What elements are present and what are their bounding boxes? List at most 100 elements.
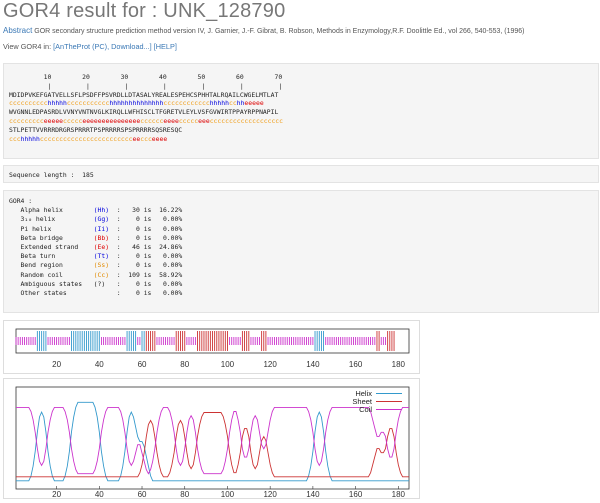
view-prefix: View GOR4 in:	[3, 42, 54, 51]
gor4-row-code: (Bb)	[93, 233, 117, 242]
abstract-link[interactable]: Abstract	[3, 26, 32, 35]
structure-line-2: ccccccccceeeeeccccceeeeeeeeeeeeeeecccccc…	[9, 116, 284, 125]
gor4-row-name: Alpha helix	[20, 206, 94, 215]
gor4-row-code: (Hh)	[93, 206, 117, 215]
sequence-length-label: Sequence length :	[9, 171, 75, 179]
plot-tick-label: 60	[138, 490, 147, 498]
gor4-row-code: (Ee)	[93, 243, 117, 252]
sequence-length-panel: Sequence length : 185	[3, 165, 599, 183]
legend-label-coil: Coil	[359, 405, 372, 414]
gor4-row-count: 0	[128, 252, 140, 261]
gor4-row-pct: 0.00%	[159, 233, 183, 242]
plot-tick-label: 80	[180, 490, 189, 498]
gor4-row: Beta turn (Tt) : 0 is 0.00%	[20, 252, 183, 261]
gor4-row-name: 3₁₀ helix	[20, 215, 94, 224]
series-line-helix	[16, 401, 409, 482]
gor4-row-code: (Gg)	[93, 215, 117, 224]
sequence-line-3: STLPETTVVRRRDRGRSPRRRTPSPRRRRSPSPRRRRSQS…	[9, 125, 183, 134]
gor4-row-code: (Cc)	[93, 270, 117, 279]
plot-tick-label: 20	[52, 490, 61, 498]
help-link[interactable]: [HELP]	[154, 42, 177, 51]
gor4-row: Beta bridge (Bb) : 0 is 0.00%	[20, 233, 183, 242]
gor4-row-count: 0	[128, 215, 140, 224]
gor4-row-name: Random coil	[20, 270, 94, 279]
abstract-text: GOR secondary structure prediction metho…	[32, 28, 525, 35]
gor4-row-name: Extended strand	[20, 243, 94, 252]
gor4-row: Pi helix (Ii) : 0 is 0.00%	[20, 224, 183, 233]
gor4-row-pct: 16.22%	[159, 206, 183, 215]
gor4-row-name: Bend region	[20, 261, 94, 270]
gor4-row-count: 0	[128, 289, 140, 298]
view-links-line: View GOR4 in: [AnTheProt (PC), Download.…	[3, 42, 177, 51]
ruler-ticks: | | | | | | |	[9, 81, 283, 90]
structure-line-3: ccchhhhhcccccccccccccccccccccccceeccceee…	[9, 134, 168, 143]
gor4-row-name: Beta turn	[20, 252, 94, 261]
gor4-row-count: 0	[128, 261, 140, 270]
gor4-row-name: Ambiguous states	[20, 279, 94, 288]
probability-plot: Helix Sheet Coil 20 40 60 80 100 120 140 160 180	[3, 378, 420, 499]
track-tick-label: 160	[349, 360, 363, 369]
sequence-line-2: WVGNNLEDPASRDLVVNYVNTNVGLKIRQLLWFHISCLTF…	[9, 108, 279, 117]
abstract-line: Abstract GOR secondary structure predict…	[3, 26, 525, 35]
download-link[interactable]: , Download...]	[107, 42, 152, 51]
gor4-row-name: Beta bridge	[20, 233, 94, 242]
track-tick-label: 180	[392, 360, 406, 369]
plot-tick-label: 180	[392, 490, 406, 498]
gor4-row-code: (?)	[93, 279, 117, 288]
plot-tick-label: 100	[221, 490, 235, 498]
sequence-panel: 10 20 30 40 50 60 70 | | | | | | | MDIDP…	[3, 63, 599, 159]
gor4-row-pct: 24.86%	[159, 243, 183, 252]
gor4-row-pct: 0.00%	[159, 252, 183, 261]
track-tick-label: 20	[52, 360, 61, 369]
sequence-line-1: MDIDPVKEFGATVELLSFLPSDFFPSVRDLLDTASALYRE…	[9, 90, 279, 99]
track-tick-label: 120	[263, 360, 277, 369]
plot-tick-label: 120	[263, 490, 277, 498]
antheprot-link[interactable]: [AnTheProt (PC)	[53, 42, 107, 51]
structure-line-1: cccccccccchhhhhccccccccccchhhhhhhhhhhhhh…	[9, 99, 264, 108]
track-tick-label: 140	[306, 360, 320, 369]
gor4-row-count: 0	[128, 224, 140, 233]
gor4-row-pct: 58.92%	[159, 270, 183, 279]
probability-plot-svg: HelixSheetCoil20 40 60 80 100 120 140 160 180	[15, 386, 410, 499]
gor4-row: Extended strand (Ee) : 46 is 24.86%	[20, 243, 183, 252]
gor4-row-code: (Ii)	[93, 224, 117, 233]
gor4-row-name: Pi helix	[20, 224, 94, 233]
gor4-row-count: 109	[128, 270, 140, 279]
plot-tick-label: 160	[349, 490, 363, 498]
sequence-length-line: Sequence length : 185	[9, 171, 94, 180]
gor4-row: Alpha helix (Hh) : 30 is 16.22%	[20, 206, 183, 215]
series-line-coil	[16, 406, 409, 475]
gor4-row-count: 0	[128, 279, 140, 288]
ruler-numbers: 10 20 30 40 50 60 70	[9, 73, 283, 81]
gor4-row-count: 0	[128, 233, 140, 242]
gor4-row-code: (Ss)	[93, 261, 117, 270]
gor4-row-pct: 0.00%	[159, 261, 183, 270]
sequence-length-value: 185	[82, 171, 94, 179]
track-tick-label: 80	[180, 360, 189, 369]
gor4-row: Other states : 0 is 0.00%	[20, 289, 183, 298]
plot-tick-label: 40	[95, 490, 104, 498]
structure-track-plot: 20 40 60 80 100 120 140 160 180	[3, 320, 420, 374]
gor4-row-count: 30	[128, 206, 140, 215]
gor4-row: 3₁₀ helix (Gg) : 0 is 0.00%	[20, 215, 183, 224]
gor4-row: Ambiguous states (?) : 0 is 0.00%	[20, 279, 183, 288]
gor4-row-pct: 0.00%	[159, 224, 183, 233]
structure-track-svg: 20 40 60 80 100 120 140 160 180	[15, 328, 410, 369]
gor4-row-name: Other states	[20, 289, 94, 298]
gor4-row-pct: 0.00%	[159, 279, 183, 288]
gor4-row-code	[94, 289, 117, 297]
page-title: GOR4 result for : UNK_128790	[3, 0, 286, 22]
gor4-row: Random coil (Cc) : 109 is 58.92%	[20, 270, 183, 279]
gor4-row-code: (Tt)	[93, 252, 117, 261]
gor4-stats-panel: GOR4 : Alpha helix (Hh) : 30 is 16.22% 3…	[3, 190, 599, 313]
track-tick-label: 40	[95, 360, 104, 369]
track-tick-label: 60	[138, 360, 147, 369]
track-tick-label: 100	[221, 360, 235, 369]
gor4-row-pct: 0.00%	[159, 215, 183, 224]
gor4-row: Bend region (Ss) : 0 is 0.00%	[20, 261, 183, 270]
sequence-block: 10 20 30 40 50 60 70 | | | | | | | MDIDP…	[9, 73, 283, 143]
gor4-header: GOR4 :	[9, 197, 33, 205]
gor4-stats-block: GOR4 : Alpha helix (Hh) : 30 is 16.22% 3…	[9, 197, 182, 298]
gor4-row-pct: 0.00%	[159, 289, 183, 298]
gor4-row-count: 46	[128, 243, 140, 252]
